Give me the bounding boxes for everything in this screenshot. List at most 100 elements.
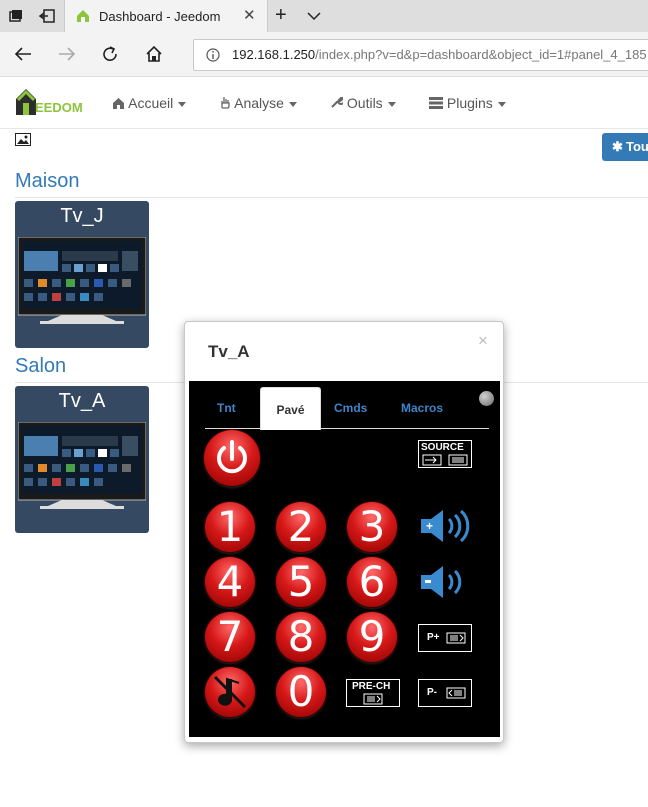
digit-2-button[interactable]: 2 (276, 502, 326, 552)
home-icon[interactable] (145, 45, 163, 63)
home-icon (113, 98, 124, 109)
remote-modal: Tv_A × Tnt Pavé Cmds Macros SOURCE 1 2 3… (184, 321, 504, 743)
close-icon[interactable]: × (478, 331, 488, 351)
back-to-tabs-icon[interactable] (39, 9, 55, 23)
menu-analyse-label: Analyse (234, 95, 284, 111)
forward-arrow-icon[interactable] (58, 46, 76, 62)
status-led (479, 391, 494, 406)
url-host: 192.168.1.250 (232, 47, 316, 62)
tasks-icon (429, 97, 443, 109)
jeedom-favicon-icon (77, 10, 89, 22)
jeedom-logo[interactable]: EEDOM (15, 86, 85, 120)
display-all-label: Tou (626, 139, 648, 154)
browser-tab-bar: Dashboard - Jeedom ✕ + (0, 0, 648, 32)
digit-3-button[interactable]: 3 (347, 502, 397, 552)
display-all-button[interactable]: ✱ Tou (602, 133, 648, 161)
asterisk-icon: ✱ (612, 139, 623, 154)
modal-title: Tv_A (208, 342, 250, 361)
digit-7-button[interactable]: 7 (205, 612, 255, 662)
digit-label: 3 (358, 502, 386, 551)
pre-channel-button[interactable]: PRE-CH (346, 679, 400, 707)
channel-down-button[interactable]: P- (418, 679, 472, 707)
browser-tab[interactable]: Dashboard - Jeedom ✕ (64, 0, 268, 32)
channel-up-label: P+ (427, 632, 440, 643)
section-divider (15, 197, 648, 198)
logo-house-icon (16, 89, 36, 115)
remote-panel: Tnt Pavé Cmds Macros SOURCE 1 2 3 4 5 6 … (189, 381, 500, 737)
channel-icon (363, 693, 383, 705)
menu-accueil-label: Accueil (128, 95, 174, 111)
tab-tnt[interactable]: Tnt (217, 401, 236, 415)
digit-label: 8 (287, 612, 315, 661)
caret-down-icon (387, 101, 396, 107)
hand-icon (221, 97, 230, 109)
smart-tv-icon (18, 422, 146, 509)
channel-icon (446, 632, 466, 644)
digit-1-button[interactable]: 1 (205, 502, 255, 552)
menu-accueil[interactable]: Accueil (112, 95, 187, 111)
tab-pave-label: Pavé (276, 403, 305, 417)
logo-text: EEDOM (35, 100, 83, 115)
picture-icon[interactable] (15, 133, 31, 146)
digit-0-button[interactable]: 0 (276, 667, 326, 717)
caret-down-icon (178, 101, 187, 107)
tab-groups-icon[interactable] (9, 9, 23, 23)
new-tab-icon[interactable]: + (275, 4, 287, 27)
volume-down-icon[interactable] (419, 563, 473, 601)
tab-cmds[interactable]: Cmds (334, 401, 367, 415)
remote-tabs: Tnt Pavé Cmds Macros (205, 387, 489, 430)
caret-down-icon (497, 101, 506, 107)
back-arrow-icon[interactable] (14, 46, 32, 62)
url-path: /index.php?v=d&p=dashboard&object_id=1#p… (315, 47, 647, 62)
menu-outils[interactable]: Outils (330, 95, 396, 111)
digit-8-button[interactable]: 8 (276, 612, 326, 662)
channel-down-label: P- (427, 687, 437, 698)
volume-up-icon[interactable]: + (419, 507, 473, 545)
section-title-maison: Maison (15, 170, 80, 192)
info-icon[interactable] (206, 48, 220, 62)
digit-4-button[interactable]: 4 (205, 557, 255, 607)
widget-name: Tv_J (60, 205, 104, 227)
app-navbar: EEDOM Accueil Analyse Outils Plugins (0, 77, 648, 129)
chevron-down-icon[interactable] (307, 11, 321, 21)
digit-label: 1 (216, 502, 244, 551)
tv-widget-tv-j[interactable]: Tv_J (15, 201, 149, 348)
close-tab-icon[interactable]: ✕ (243, 6, 256, 24)
svg-text:+: + (426, 519, 433, 533)
menu-plugins-label: Plugins (446, 95, 493, 111)
source-button[interactable]: SOURCE (418, 440, 472, 468)
digit-label: 0 (287, 667, 315, 716)
tv-widget-tv-a[interactable]: Tv_A (15, 386, 149, 533)
address-bar[interactable]: 192.168.1.250/index.php?v=d&p=dashboard&… (193, 39, 648, 71)
digit-label: 7 (216, 612, 244, 661)
channel-icon (446, 687, 466, 699)
menu-outils-label: Outils (346, 95, 383, 111)
tab-macros[interactable]: Macros (401, 401, 443, 415)
reload-icon[interactable] (101, 45, 119, 63)
power-button[interactable] (204, 430, 260, 486)
digit-6-button[interactable]: 6 (347, 557, 397, 607)
digit-label: 5 (287, 557, 315, 606)
digit-label: 4 (216, 557, 244, 606)
digit-label: 9 (358, 612, 386, 661)
digit-label: 6 (358, 557, 386, 606)
menu-plugins[interactable]: Plugins (429, 95, 506, 111)
digit-5-button[interactable]: 5 (276, 557, 326, 607)
pre-channel-label: PRE-CH (352, 681, 391, 692)
tab-title: Dashboard - Jeedom (99, 9, 221, 24)
channel-up-button[interactable]: P+ (418, 624, 472, 652)
smart-tv-icon (18, 237, 146, 324)
tab-pave[interactable]: Pavé (260, 387, 321, 430)
digit-9-button[interactable]: 9 (347, 612, 397, 662)
mute-button[interactable] (205, 667, 255, 717)
wrench-icon (331, 95, 345, 108)
digit-label: 2 (287, 502, 315, 551)
browser-toolbar: 192.168.1.250/index.php?v=d&p=dashboard&… (0, 32, 648, 77)
url-text: 192.168.1.250/index.php?v=d&p=dashboard&… (232, 47, 647, 62)
power-icon (217, 440, 247, 474)
source-label: SOURCE (421, 442, 464, 453)
source-input-icon (422, 454, 468, 466)
widget-name: Tv_A (58, 390, 106, 412)
menu-analyse[interactable]: Analyse (219, 95, 297, 111)
mute-icon (213, 675, 247, 709)
